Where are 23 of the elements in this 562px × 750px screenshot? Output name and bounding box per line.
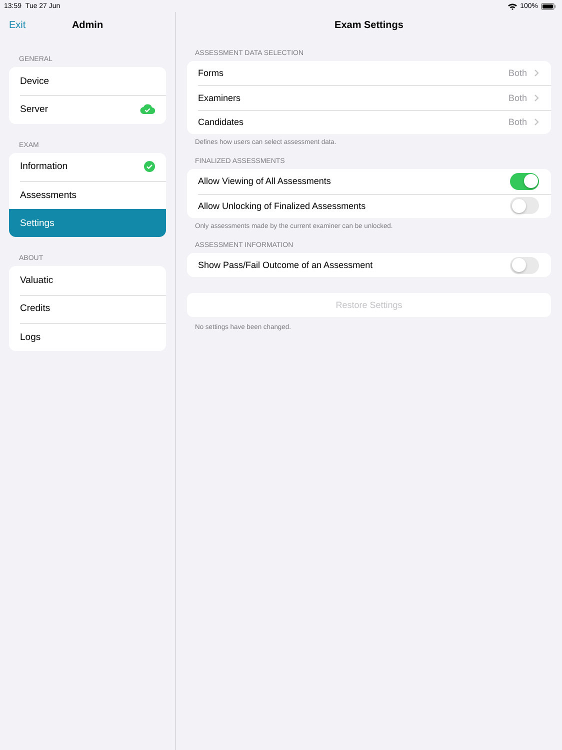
row-label: Examiners xyxy=(198,92,241,103)
row-value: Both xyxy=(508,116,527,127)
chevron-icon xyxy=(534,69,539,78)
exit-link[interactable]: Exit xyxy=(9,20,26,30)
chevron-icon xyxy=(534,94,539,102)
row-label: Show Pass/Fail Outcome of an Assessment xyxy=(198,260,373,270)
sidebar-title: Admin xyxy=(72,20,104,30)
row-value: Both xyxy=(508,92,527,103)
toggle-switch[interactable] xyxy=(510,197,539,214)
cloud-check-icon xyxy=(140,104,155,114)
page-title: Exam Settings xyxy=(334,18,404,32)
toggle-switch[interactable] xyxy=(510,256,539,274)
row-label: Allow Viewing of All Assessments xyxy=(198,176,331,186)
row-label: Candidates xyxy=(198,116,244,127)
chevron-icon xyxy=(534,118,539,126)
sidebar-item[interactable]: Settings xyxy=(9,209,166,238)
battery-icon xyxy=(541,2,556,10)
wifi-icon xyxy=(508,2,518,10)
check-circle-icon xyxy=(144,161,155,172)
row-label: Forms xyxy=(198,68,224,78)
row-label: Allow Unlocking of Finalized Assessments xyxy=(198,200,366,211)
row-value: Both xyxy=(508,68,527,78)
toggle-switch[interactable] xyxy=(510,172,539,190)
